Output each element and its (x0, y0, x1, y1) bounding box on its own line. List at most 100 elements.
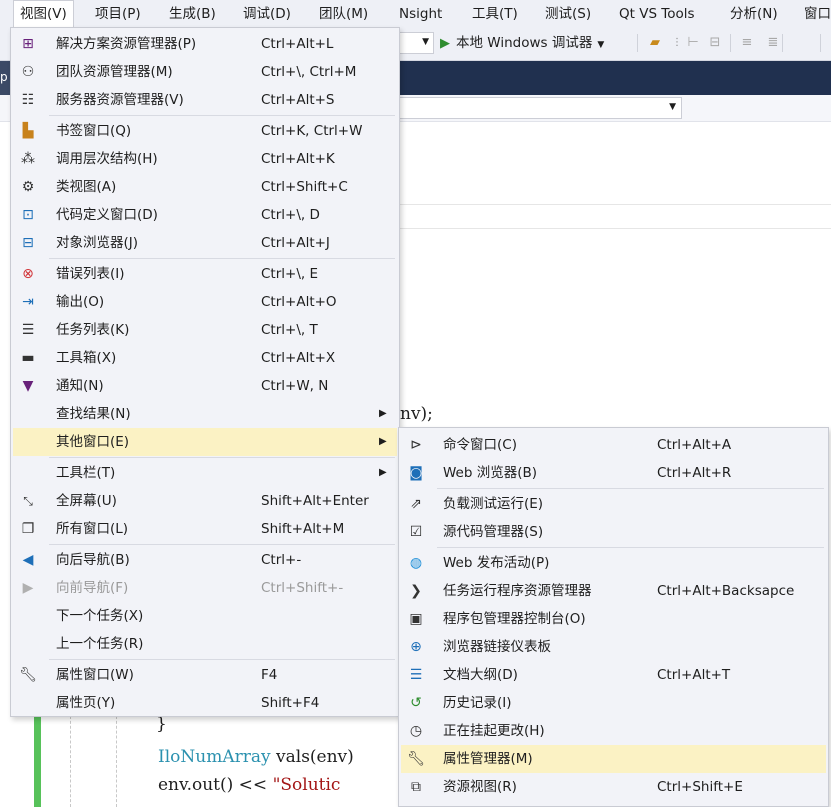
chevron-down-icon: ▼ (422, 37, 429, 47)
platform-combo[interactable]: ▼ (398, 32, 434, 54)
menu-item-pending-changes[interactable]: ◷ 正在挂起更改(H) (401, 717, 826, 745)
menu-item-bookmarks[interactable]: ▙ 书签窗口(Q) Ctrl+K, Ctrl+W (13, 117, 397, 145)
menu-item-server-explorer[interactable]: ☷ 服务器资源管理器(V) Ctrl+Alt+S (13, 86, 397, 114)
task-list-icon: ☰ (21, 322, 35, 338)
error-list-icon: ⊗ (22, 266, 34, 282)
menu-item-history[interactable]: ↺ 历史记录(I) (401, 689, 826, 717)
menu-separator (437, 488, 824, 489)
chevron-down-icon: ▼ (597, 40, 605, 50)
submenu-arrow-icon: ▶ (379, 436, 387, 447)
start-debugging-label: 本地 Windows 调试器 (456, 35, 593, 51)
menu-item-package-manager-console[interactable]: ▣ 程序包管理器控制台(O) (401, 605, 826, 633)
property-manager-icon: 🔧︎ (407, 751, 425, 767)
play-icon: ▶ (440, 36, 450, 51)
menu-view[interactable]: 视图(V) (13, 0, 74, 28)
menu-build[interactable]: 生成(B) (163, 0, 222, 28)
chevron-down-icon: ▼ (669, 102, 676, 112)
menu-team[interactable]: 团队(M) (313, 0, 374, 28)
menu-item-load-test-runs[interactable]: ⇗ 负载测试运行(E) (401, 490, 826, 518)
menu-test[interactable]: 测试(S) (539, 0, 597, 28)
menu-item-class-view[interactable]: ⚙ 类视图(A) Ctrl+Shift+C (13, 173, 397, 201)
indent-guide (70, 716, 71, 807)
notification-icon: ▼ (22, 378, 34, 394)
load-test-icon: ⇗ (410, 496, 422, 512)
history-icon: ↺ (410, 695, 422, 711)
member-navigation-combo[interactable]: ▼ (398, 97, 682, 119)
toolbar-separator (820, 34, 821, 52)
start-debugging-button[interactable]: ▶ 本地 Windows 调试器 ▼ (440, 32, 604, 54)
find-in-files-icon[interactable]: ▰ (646, 34, 664, 52)
menu-item-property-manager[interactable]: 🔧︎ 属性管理器(M) (401, 745, 826, 773)
menu-item-toolbox[interactable]: ▬ 工具箱(X) Ctrl+Alt+X (13, 344, 397, 372)
menu-item-document-outline[interactable]: ☰ 文档大纲(D) Ctrl+Alt+T (401, 661, 826, 689)
menu-item-full-screen[interactable]: ⤡ 全屏幕(U) Shift+Alt+Enter (13, 487, 397, 515)
menu-debug[interactable]: 调试(D) (237, 0, 297, 28)
solution-explorer-icon: ⊞ (22, 36, 34, 52)
menu-item-web-browser[interactable]: ◙ Web 浏览器(B) Ctrl+Alt+R (401, 459, 826, 487)
menu-item-notifications[interactable]: ▼ 通知(N) Ctrl+W, N (13, 372, 397, 400)
fullscreen-icon: ⤡ (23, 494, 33, 508)
web-browser-icon: ◙ (409, 465, 423, 481)
toolbar-separator (637, 34, 638, 52)
menu-item-command-window[interactable]: ⊳ 命令窗口(C) Ctrl+Alt+A (401, 431, 826, 459)
command-window-icon: ⊳ (410, 437, 422, 453)
team-explorer-icon: ⚇ (21, 64, 35, 80)
navigate-back-icon: ◀ (22, 552, 34, 568)
resource-view-icon: ⧉ (411, 779, 421, 795)
uncomment-icon[interactable]: ≣ (764, 34, 782, 52)
menu-item-web-publish-activity[interactable]: ◍ Web 发布活动(P) (401, 549, 826, 577)
class-view-icon: ⚙ (21, 179, 35, 195)
menu-item-error-list[interactable]: ⊗ 错误列表(I) Ctrl+\, E (13, 260, 397, 288)
menu-item-code-definition[interactable]: ⊡ 代码定义窗口(D) Ctrl+\, D (13, 201, 397, 229)
menu-nsight[interactable]: Nsight (393, 0, 448, 28)
menu-item-task-runner-explorer[interactable]: ❯ 任务运行程序资源管理器 Ctrl+Alt+Backsapce (401, 577, 826, 605)
indent-icon[interactable]: ⊢ (684, 34, 702, 52)
menu-item-properties-window[interactable]: 🔧︎ 属性窗口(W) F4 (13, 661, 397, 689)
menu-qt-vs-tools[interactable]: Qt VS Tools (613, 0, 701, 28)
menu-item-find-results[interactable]: 查找结果(N) ▶ (13, 400, 397, 428)
menu-item-source-control-explorer[interactable]: ☑ 源代码管理器(S) (401, 518, 826, 546)
menu-separator (437, 547, 824, 548)
side-tab-label: p (0, 70, 8, 84)
menu-item-team-explorer[interactable]: ⚇ 团队资源管理器(M) Ctrl+\, Ctrl+M (13, 58, 397, 86)
source-control-icon: ☑ (409, 524, 423, 540)
menu-item-previous-task[interactable]: 上一个任务(R) (13, 630, 397, 658)
menu-item-object-browser[interactable]: ⊟ 对象浏览器(J) Ctrl+Alt+J (13, 229, 397, 257)
other-windows-submenu: ⊳ 命令窗口(C) Ctrl+Alt+A ◙ Web 浏览器(B) Ctrl+A… (398, 427, 829, 807)
code-definition-icon: ⊡ (22, 207, 34, 223)
server-explorer-icon: ☷ (21, 92, 35, 108)
pending-changes-icon: ◷ (409, 723, 423, 739)
menu-item-solution-explorer[interactable]: ⊞ 解决方案资源管理器(P) Ctrl+Alt+L (13, 30, 397, 58)
web-publish-icon: ◍ (409, 555, 423, 571)
menu-item-task-list[interactable]: ☰ 任务列表(K) Ctrl+\, T (13, 316, 397, 344)
indent-guide (116, 716, 117, 807)
code-brace: } (156, 714, 167, 734)
code-line: env.out() << "Solutic (158, 775, 340, 795)
document-outline-icon: ☰ (409, 667, 423, 683)
menu-analyze[interactable]: 分析(N) (724, 0, 784, 28)
menu-project[interactable]: 项目(P) (89, 0, 147, 28)
output-icon: ⇥ (22, 294, 34, 310)
menu-tools[interactable]: 工具(T) (466, 0, 524, 28)
menu-item-toolbars[interactable]: 工具栏(T) ▶ (13, 459, 397, 487)
menu-item-call-hierarchy[interactable]: ⁂ 调用层次结构(H) Ctrl+Alt+K (13, 145, 397, 173)
menu-item-all-windows[interactable]: ❐ 所有窗口(L) Shift+Alt+M (13, 515, 397, 543)
navigate-forward-icon: ▶ (22, 580, 34, 596)
menu-item-next-task[interactable]: 下一个任务(X) (13, 602, 397, 630)
outdent-icon[interactable]: ⊟ (706, 34, 724, 52)
menu-item-output[interactable]: ⇥ 输出(O) Ctrl+Alt+O (13, 288, 397, 316)
comment-icon[interactable]: ≡ (738, 34, 756, 52)
menu-separator (49, 659, 395, 660)
menu-item-navigate-forward[interactable]: ▶ 向前导航(F) Ctrl+Shift+- (13, 574, 397, 602)
change-indicator (34, 716, 41, 807)
menu-item-property-pages[interactable]: 属性页(Y) Shift+F4 (13, 689, 397, 717)
package-console-icon: ▣ (409, 611, 423, 627)
menu-item-resource-view[interactable]: ⧉ 资源视图(R) Ctrl+Shift+E (401, 773, 826, 801)
toolbar-separator (782, 34, 783, 52)
menu-window[interactable]: 窗口 (798, 0, 831, 28)
menu-item-browser-link-dashboard[interactable]: ⊕ 浏览器链接仪表板 (401, 633, 826, 661)
editor-line (398, 204, 831, 205)
menu-item-navigate-back[interactable]: ◀ 向后导航(B) Ctrl+- (13, 546, 397, 574)
editor-line (398, 228, 831, 229)
menu-item-other-windows[interactable]: 其他窗口(E) ▶ (13, 428, 397, 456)
